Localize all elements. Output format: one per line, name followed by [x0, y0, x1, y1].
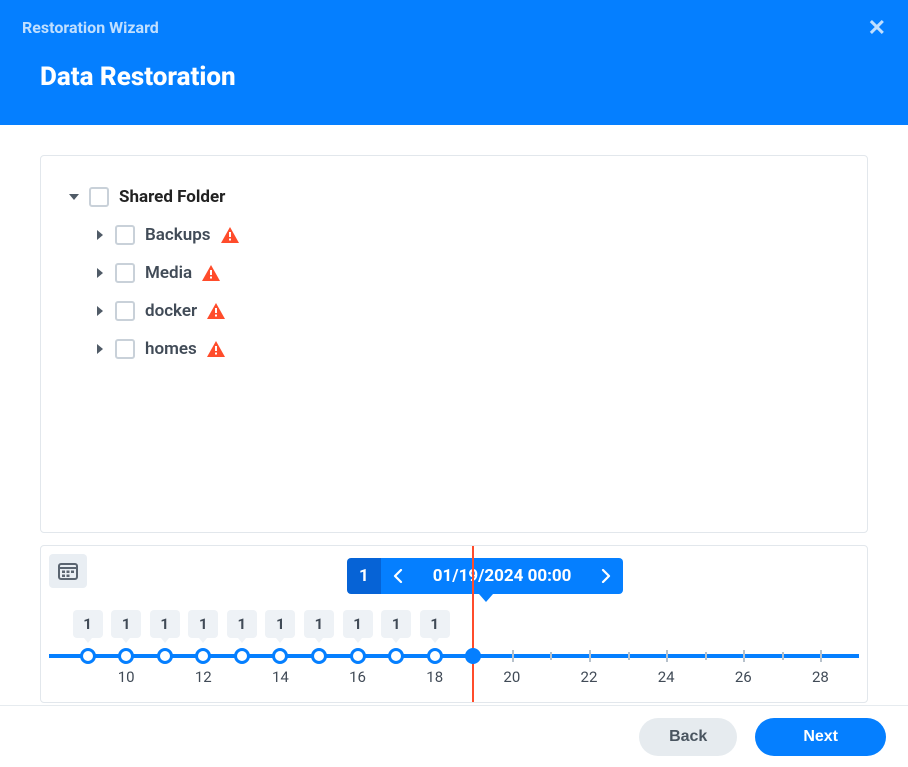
pill-pointer-icon [479, 594, 493, 602]
tree-item[interactable]: Media [91, 254, 841, 292]
timeline-restore-point[interactable] [118, 648, 134, 664]
timeline-axis-label: 14 [272, 668, 289, 686]
timeline-tick-minor [705, 652, 707, 660]
timeline-point-badge: 1 [111, 610, 141, 638]
calendar-icon [58, 562, 78, 580]
tree-item-label: Backups [145, 225, 211, 245]
timeline-restore-point[interactable] [388, 648, 404, 664]
timeline-point-badge: 1 [420, 610, 450, 638]
timeline-restore-point[interactable] [311, 648, 327, 664]
folder-tree-panel: Shared Folder Backups Media docker homes [40, 155, 868, 533]
timeline-point-badge: 1 [343, 610, 373, 638]
timeline-axis-label: 16 [349, 668, 366, 686]
wizard-footer: Back Next [0, 705, 908, 767]
checkbox[interactable] [115, 225, 135, 245]
timeline-restore-point[interactable] [350, 648, 366, 664]
tree-item[interactable]: homes [91, 330, 841, 368]
warning-icon [207, 341, 225, 357]
timeline-tick [743, 650, 745, 662]
chevron-left-icon [393, 569, 403, 583]
timeline-axis-label: 24 [658, 668, 675, 686]
timeline-track[interactable]: 10121416182022242628 1111111111 [49, 604, 859, 700]
expand-icon[interactable] [91, 264, 109, 282]
timeline-restore-point[interactable] [427, 648, 443, 664]
timeline-axis-label: 12 [195, 668, 212, 686]
expand-icon[interactable] [91, 340, 109, 358]
timeline-tick [666, 650, 668, 662]
wizard-header: Restoration Wizard Data Restoration ✕ [0, 0, 908, 125]
page-title: Data Restoration [40, 62, 236, 92]
tree-root-row[interactable]: Shared Folder [65, 178, 841, 216]
timeline-tick [589, 650, 591, 662]
timeline-point-badge: 1 [188, 610, 218, 638]
timeline-tick-minor [628, 652, 630, 660]
prev-version-button[interactable] [381, 558, 415, 594]
timeline-tick [512, 650, 514, 662]
selected-datetime-label: 01/19/2024 00:00 [415, 558, 590, 594]
tree-item-label: Media [145, 263, 192, 283]
timeline-restore-point[interactable] [234, 648, 250, 664]
chevron-right-icon [601, 569, 611, 583]
timeline-point-badge: 1 [381, 610, 411, 638]
tree-item[interactable]: Backups [91, 216, 841, 254]
collapse-icon[interactable] [65, 188, 83, 206]
checkbox-shared-folder[interactable] [89, 187, 109, 207]
timeline-tick-minor [550, 652, 552, 660]
tree-item-label: docker [145, 301, 197, 321]
next-version-button[interactable] [589, 558, 623, 594]
expand-icon[interactable] [91, 302, 109, 320]
timeline-axis-label: 22 [581, 668, 598, 686]
timeline-restore-point[interactable] [272, 648, 288, 664]
version-count-badge: 1 [347, 558, 381, 594]
tree-root-label: Shared Folder [119, 187, 225, 207]
checkbox[interactable] [115, 339, 135, 359]
timeline-point-badge: 1 [150, 610, 180, 638]
date-selector-pill: 1 01/19/2024 00:00 [347, 558, 623, 594]
checkbox[interactable] [115, 263, 135, 283]
checkbox[interactable] [115, 301, 135, 321]
timeline-marker-handle[interactable] [465, 648, 481, 664]
back-button[interactable]: Back [639, 718, 737, 756]
timeline-axis-label: 10 [118, 668, 135, 686]
next-button[interactable]: Next [755, 718, 886, 756]
timeline-axis-label: 18 [426, 668, 443, 686]
timeline-point-badge: 1 [227, 610, 257, 638]
timeline-point-badge: 1 [265, 610, 295, 638]
expand-icon[interactable] [91, 226, 109, 244]
timeline-tick [820, 650, 822, 662]
timeline-restore-point[interactable] [157, 648, 173, 664]
timeline-restore-point[interactable] [80, 648, 96, 664]
timeline-axis-label: 28 [812, 668, 829, 686]
wizard-subtitle: Restoration Wizard [22, 18, 159, 37]
timeline-point-badge: 1 [73, 610, 103, 638]
timeline-tick-minor [782, 652, 784, 660]
warning-icon [221, 227, 239, 243]
warning-icon [202, 265, 220, 281]
warning-icon [207, 303, 225, 319]
timeline-point-badge: 1 [304, 610, 334, 638]
tree-item-label: homes [145, 339, 197, 359]
close-icon[interactable]: ✕ [868, 18, 886, 40]
timeline-axis-label: 20 [503, 668, 520, 686]
calendar-button[interactable] [49, 554, 87, 588]
tree-item[interactable]: docker [91, 292, 841, 330]
timeline-restore-point[interactable] [195, 648, 211, 664]
timeline-panel: 1 01/19/2024 00:00 10121416182022242628 … [40, 545, 868, 703]
timeline-axis-label: 26 [735, 668, 752, 686]
